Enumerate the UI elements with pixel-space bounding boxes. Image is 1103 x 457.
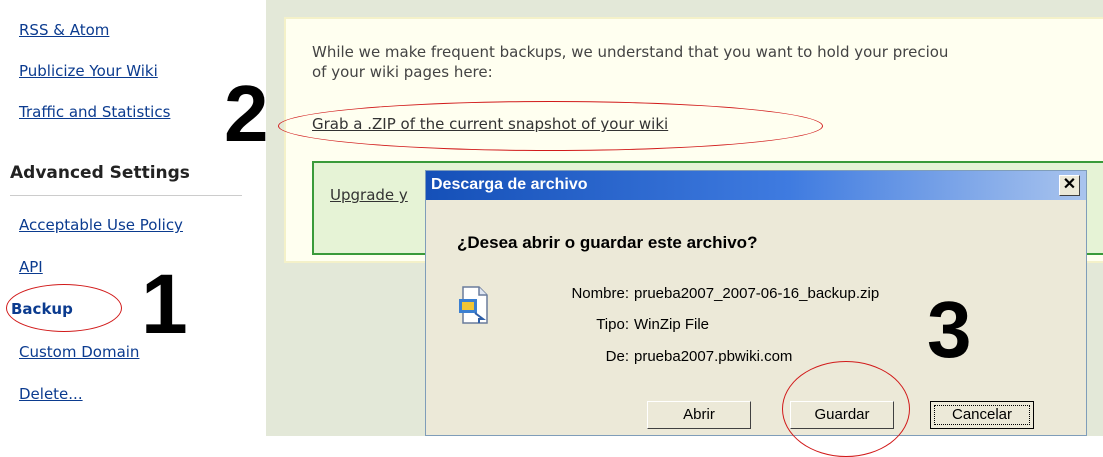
section-divider (10, 195, 242, 196)
dialog-question: ¿Desea abrir o guardar este archivo? (457, 233, 758, 252)
step-2-label: 2 (224, 69, 269, 158)
field-value-from: prueba2007.pbwiki.com (634, 348, 793, 365)
zip-highlight-ellipse (278, 101, 823, 151)
file-download-dialog: Descarga de archivo ✕ ¿Desea abrir o gua… (425, 170, 1087, 436)
field-label-from: De: (605, 348, 629, 365)
field-label-type: Tipo: (596, 316, 629, 333)
sidebar-link-publicize[interactable]: Publicize Your Wiki (19, 62, 158, 80)
upgrade-link[interactable]: Upgrade y (330, 186, 408, 204)
close-icon[interactable]: ✕ (1059, 175, 1080, 196)
sidebar-link-custom-domain[interactable]: Custom Domain (19, 343, 139, 361)
field-value-type: WinZip File (634, 316, 710, 333)
save-highlight-ellipse (782, 361, 910, 457)
intro-line-2: of your wiki pages here: (312, 63, 493, 81)
advanced-settings-heading: Advanced Settings (10, 163, 190, 183)
sidebar: RSS & Atom Publicize Your Wiki Traffic a… (0, 0, 266, 436)
backup-highlight-ellipse (6, 284, 122, 332)
sidebar-link-acceptable-use[interactable]: Acceptable Use Policy (19, 216, 183, 234)
sidebar-link-rss-atom[interactable]: RSS & Atom (19, 21, 109, 39)
step-3-label: 3 (927, 285, 972, 374)
dialog-titlebar[interactable]: Descarga de archivo ✕ (426, 171, 1086, 200)
field-value-name: prueba2007_2007-06-16_backup.zip (634, 285, 880, 302)
sidebar-link-api[interactable]: API (19, 258, 43, 276)
sidebar-link-traffic[interactable]: Traffic and Statistics (19, 103, 170, 121)
dialog-title: Descarga de archivo (431, 176, 588, 193)
open-button[interactable]: Abrir (647, 401, 751, 429)
field-label-name: Nombre: (571, 285, 629, 302)
intro-line-1: While we make frequent backups, we under… (312, 43, 949, 61)
step-1-label: 1 (141, 257, 188, 351)
cancel-button[interactable]: Cancelar (930, 401, 1034, 429)
sidebar-link-delete[interactable]: Delete... (19, 385, 83, 403)
backup-intro-text: While we make frequent backups, we under… (312, 42, 948, 82)
